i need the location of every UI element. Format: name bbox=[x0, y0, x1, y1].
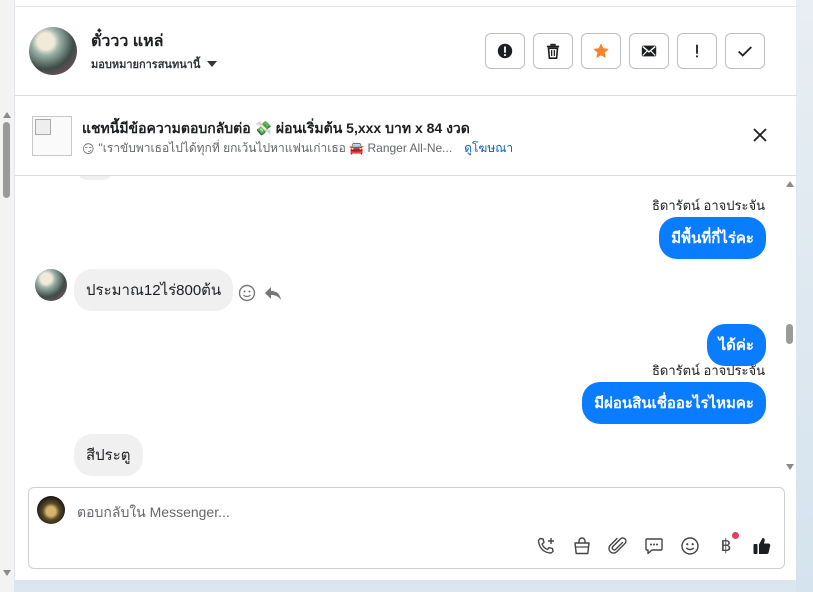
notification-dot bbox=[732, 532, 739, 539]
scroll-down-arrow[interactable] bbox=[786, 464, 794, 470]
smiley-icon[interactable] bbox=[237, 283, 257, 303]
incoming-message[interactable]: สีประตู bbox=[74, 434, 143, 476]
envelope-icon bbox=[641, 45, 657, 57]
page-scrollbar[interactable] bbox=[0, 0, 14, 592]
contact-name[interactable]: ตั๋ววว แหล่ bbox=[91, 29, 163, 54]
attach-button[interactable] bbox=[607, 535, 629, 557]
alert-circle-icon bbox=[497, 43, 513, 59]
phone-plus-button[interactable] bbox=[535, 535, 557, 557]
like-button[interactable] bbox=[751, 535, 773, 557]
background-bottom bbox=[14, 580, 796, 592]
message-actions bbox=[237, 283, 283, 303]
chat-bubble-icon bbox=[645, 538, 663, 555]
page-avatar bbox=[37, 496, 65, 524]
contact-avatar-small[interactable] bbox=[35, 269, 67, 301]
star-button[interactable] bbox=[581, 33, 621, 69]
previous-message-bubble bbox=[77, 176, 113, 180]
composer-toolbar: ฿ bbox=[535, 532, 773, 557]
conversation-panel: ตั๋ววว แหล่ มอบหมายการสนทนานี้ แชทนี้มีข… bbox=[14, 0, 797, 580]
report-button[interactable] bbox=[485, 33, 525, 69]
message-composer: ฿ bbox=[28, 487, 785, 569]
ad-title: แชทนี้มีข้อความตอบกลับต่อ 💸 ผ่อนเริ่มต้น… bbox=[82, 120, 470, 136]
shopping-bag-icon bbox=[574, 537, 590, 555]
reply-input[interactable] bbox=[77, 500, 727, 524]
exclamation-icon bbox=[696, 44, 698, 58]
payment-button[interactable]: ฿ bbox=[715, 532, 739, 557]
star-icon bbox=[593, 43, 609, 59]
shop-button[interactable] bbox=[571, 535, 593, 557]
check-icon bbox=[738, 46, 752, 57]
ad-thumbnail[interactable] bbox=[32, 116, 72, 156]
phone-plus-icon bbox=[537, 537, 554, 554]
ad-context-bar: แชทนี้มีข้อความตอบกลับต่อ 💸 ผ่อนเริ่มต้น… bbox=[15, 97, 797, 176]
background-edge bbox=[796, 0, 813, 592]
chat-scrollbar[interactable] bbox=[783, 176, 797, 478]
view-ad-link[interactable]: ดูโฆษณา bbox=[464, 139, 513, 158]
done-button[interactable] bbox=[725, 33, 765, 69]
outgoing-message[interactable]: มีผ่อนสินเชื่ออะไรไหมคะ bbox=[582, 382, 766, 424]
sender-name: ธิดารัตน์ อาจประจัน bbox=[651, 198, 765, 213]
assign-conversation-dropdown[interactable]: มอบหมายการสนทนานี้ bbox=[91, 55, 218, 73]
caret-down-icon bbox=[207, 61, 218, 67]
scroll-up-arrow[interactable] bbox=[786, 181, 794, 187]
assign-label: มอบหมายการสนทนานี้ bbox=[91, 59, 201, 71]
message-list: ธิดารัตน์ อาจประจัน มีพื้นที่กี่ไร่คะ ปร… bbox=[15, 176, 797, 478]
header-actions bbox=[485, 33, 765, 69]
ad-subtitle-row: 😏 "เราขับพาเธอไปได้ทุกที่ ยกเว้นไปหาแฟนเ… bbox=[82, 139, 513, 158]
scroll-up-arrow[interactable] bbox=[3, 112, 11, 118]
delete-button[interactable] bbox=[533, 33, 573, 69]
thumbs-up-icon bbox=[753, 538, 771, 554]
smirk-emoji-icon: 😏 bbox=[82, 141, 95, 156]
trash-icon bbox=[546, 43, 560, 60]
reply-icon[interactable] bbox=[263, 283, 283, 303]
close-icon[interactable] bbox=[752, 127, 768, 143]
scroll-thumb[interactable] bbox=[786, 324, 793, 344]
mark-unread-button[interactable] bbox=[629, 33, 669, 69]
saved-replies-button[interactable] bbox=[643, 535, 665, 557]
paperclip-icon bbox=[608, 537, 627, 554]
ad-subtitle: "เราขับพาเธอไปได้ทุกที่ ยกเว้นไปหาแฟนเก่… bbox=[98, 141, 453, 155]
contact-avatar[interactable] bbox=[29, 27, 77, 75]
smiley-icon bbox=[681, 537, 699, 555]
sender-name: ธิดารัตน์ อาจประจัน bbox=[651, 363, 765, 378]
scroll-down-arrow[interactable] bbox=[3, 570, 11, 576]
scroll-thumb[interactable] bbox=[3, 122, 10, 198]
emoji-button[interactable] bbox=[679, 535, 701, 557]
outgoing-message[interactable]: มีพื้นที่กี่ไร่คะ bbox=[659, 217, 766, 259]
incoming-message[interactable]: ประมาณ12ไร่800ต้น bbox=[74, 269, 234, 311]
conversation-header: ตั๋ววว แหล่ มอบหมายการสนทนานี้ bbox=[15, 7, 797, 96]
important-button[interactable] bbox=[677, 33, 717, 69]
baht-icon: ฿ bbox=[720, 536, 732, 556]
